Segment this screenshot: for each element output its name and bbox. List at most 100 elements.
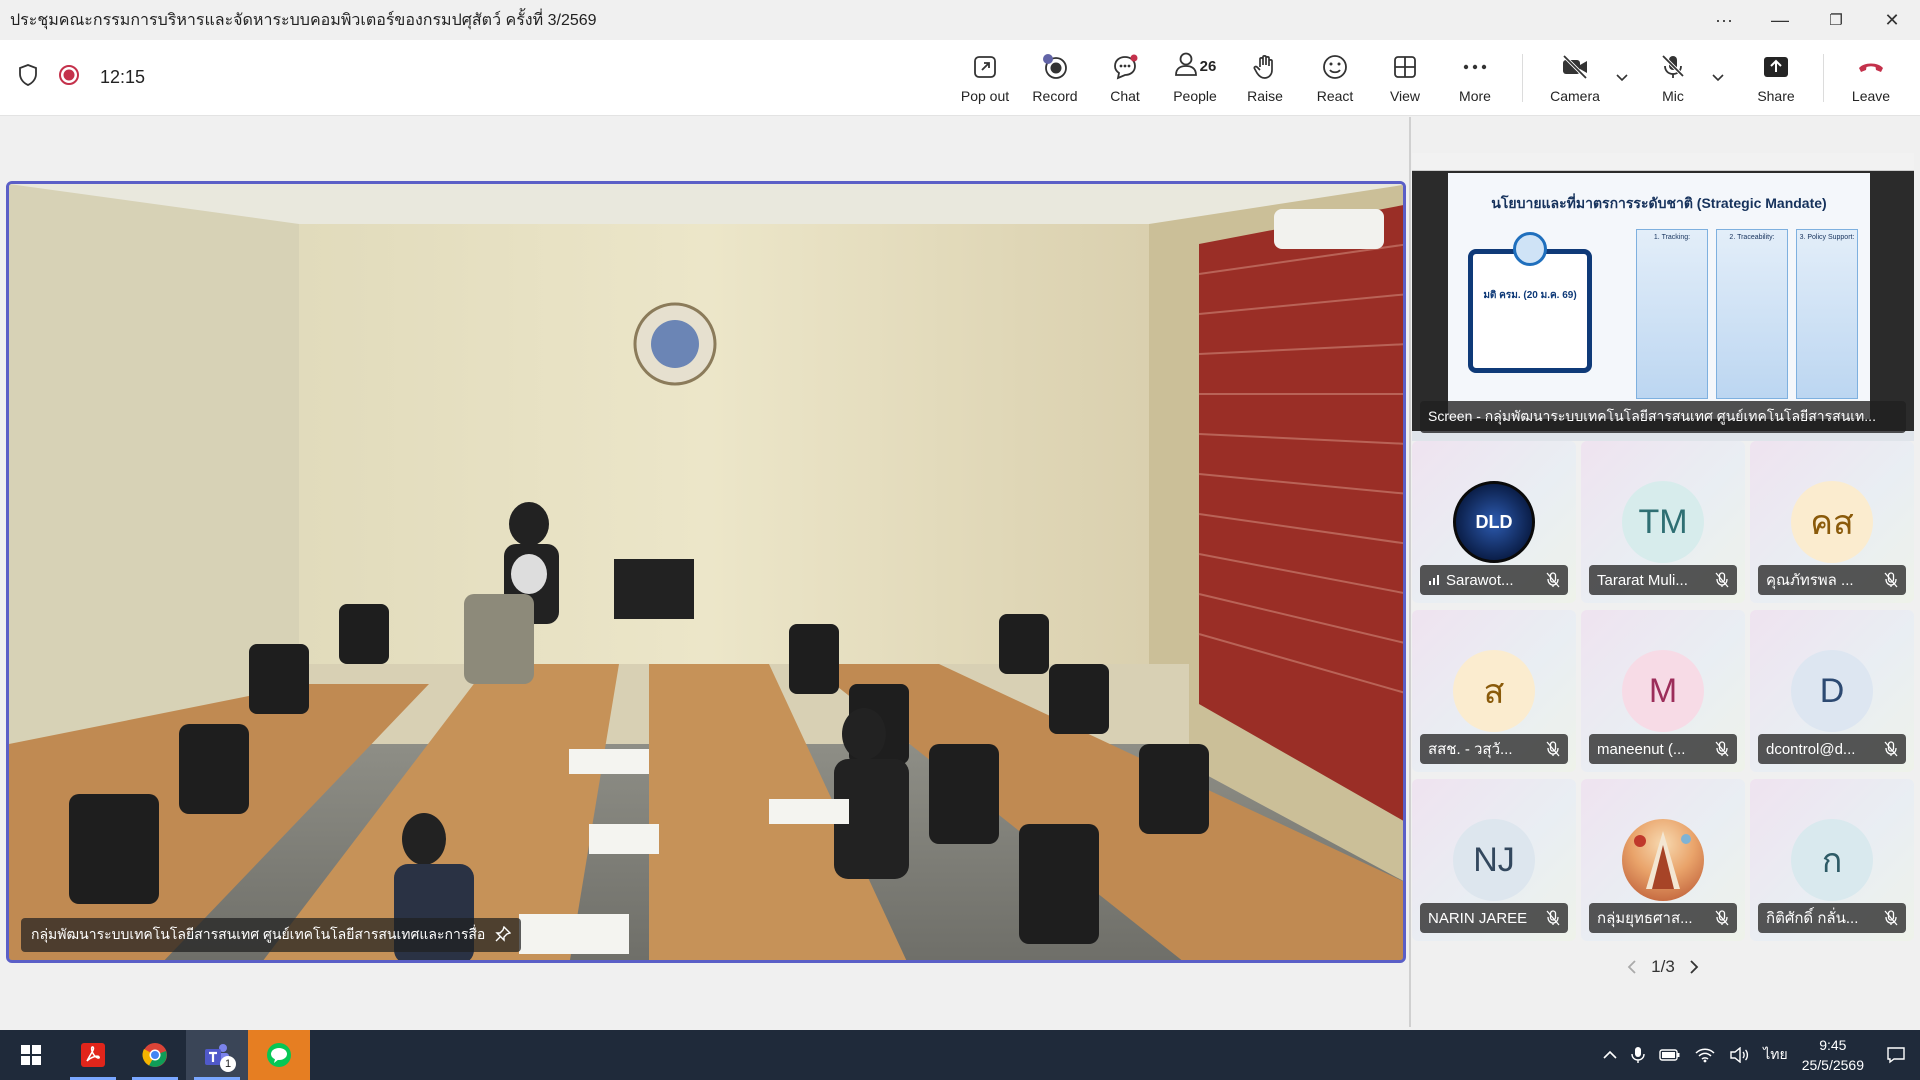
- screen-share-tile[interactable]: นโยบายและที่มาตรการระดับชาติ (Strategic …: [1412, 153, 1914, 441]
- main-video-feed[interactable]: กลุ่มพัฒนาระบบเทคโนโลยีสารสนเทศ ศูนย์เทค…: [6, 181, 1406, 963]
- leave-button[interactable]: Leave: [1836, 40, 1906, 116]
- mic-muted-icon: [1715, 572, 1729, 588]
- participant-tile[interactable]: ส สสช. - วสุวั...: [1412, 610, 1576, 772]
- toolbar-divider: [1522, 53, 1523, 102]
- line-app-icon: [267, 1043, 291, 1067]
- temple-photo-icon: [1634, 831, 1691, 889]
- taskbar-line[interactable]: [248, 1030, 310, 1080]
- react-button[interactable]: React: [1300, 40, 1370, 116]
- more-options-icon[interactable]: ···: [1696, 0, 1752, 40]
- participant-nameplate: สสช. - วสุวั...: [1420, 734, 1568, 764]
- participant-tile[interactable]: คส คุณภัทรพล ...: [1750, 441, 1914, 603]
- slide-pillar-2: 2. Traceability:: [1716, 229, 1788, 399]
- shield-icon[interactable]: [18, 64, 38, 91]
- mic-muted-icon: [1884, 910, 1898, 926]
- slide-pillar-1: 1. Tracking:: [1636, 229, 1708, 399]
- hang-up-icon: [1856, 52, 1886, 82]
- notification-center-icon[interactable]: [1886, 1046, 1906, 1064]
- share-label: Share: [1757, 87, 1795, 104]
- mic-muted-icon: [1715, 741, 1729, 757]
- people-count: 26: [1199, 58, 1217, 75]
- people-button[interactable]: 26 People: [1160, 40, 1230, 116]
- chevron-up-icon[interactable]: [1603, 1050, 1617, 1060]
- raise-hand-button[interactable]: Raise: [1230, 40, 1300, 116]
- avatar-logo-text: DLD: [1475, 511, 1513, 532]
- title-bar: ประชุมคณะกรรมการบริหารและจัดหาระบบคอมพิว…: [0, 0, 1920, 40]
- main-video-name: กลุ่มพัฒนาระบบเทคโนโลยีสารสนเทศ ศูนย์เทค…: [31, 926, 486, 942]
- mic-muted-icon: [1884, 572, 1898, 588]
- mic-muted-icon: [1546, 910, 1560, 926]
- pop-out-icon: [972, 52, 998, 82]
- participant-tile[interactable]: M maneenut (...: [1581, 610, 1745, 772]
- share-button[interactable]: Share: [1741, 40, 1811, 116]
- participant-tile[interactable]: DLD Sarawot...: [1412, 441, 1576, 603]
- camera-button[interactable]: Camera: [1535, 40, 1615, 116]
- participant-tile[interactable]: NJ NARIN JAREE: [1412, 779, 1576, 941]
- participant-name: Tararat Muli...: [1597, 571, 1688, 589]
- participant-name: Sarawot...: [1446, 571, 1514, 589]
- participant-tile[interactable]: กลุ่มยุทธศาส...: [1581, 779, 1745, 941]
- system-tray: ไทย 9:45 25/5/2569: [1603, 1030, 1920, 1080]
- chat-label: Chat: [1110, 87, 1140, 104]
- chat-icon: [1110, 52, 1140, 82]
- pop-out-button[interactable]: Pop out: [950, 40, 1020, 116]
- microphone-icon[interactable]: [1631, 1046, 1645, 1064]
- mic-label: Mic: [1662, 87, 1684, 104]
- avatar-initials: M: [1648, 671, 1678, 710]
- avatar-photo: [1622, 819, 1704, 901]
- smiley-icon: [1321, 52, 1349, 82]
- slide-title: นโยบายและที่มาตรการระดับชาติ (Strategic …: [1491, 195, 1827, 211]
- participant-tile[interactable]: TM Tararat Muli...: [1581, 441, 1745, 603]
- participant-name: maneenut (...: [1597, 740, 1686, 758]
- mic-muted-icon: [1546, 572, 1560, 588]
- windows-logo-icon: [21, 1045, 41, 1065]
- participant-name: คุณภัทรพล ...: [1766, 572, 1854, 589]
- window-title: ประชุมคณะกรรมการบริหารและจัดหาระบบคอมพิว…: [10, 11, 597, 29]
- mic-muted-icon: [1715, 910, 1729, 926]
- camera-label: Camera: [1550, 87, 1600, 104]
- camera-options-chevron-icon[interactable]: [1609, 40, 1635, 116]
- avatar: ส: [1453, 650, 1535, 732]
- taskbar-acrobat[interactable]: [62, 1030, 124, 1080]
- signal-bars-icon: [1428, 574, 1440, 586]
- chevron-right-icon[interactable]: [1689, 959, 1699, 975]
- screen-share-nameplate: Screen - กลุ่มพัฒนาระบบเทคโนโลยีสารสนเทศ…: [1420, 401, 1906, 433]
- avatar: ก: [1791, 819, 1873, 901]
- start-button[interactable]: [0, 1030, 62, 1080]
- wifi-icon[interactable]: [1695, 1047, 1715, 1063]
- pin-icon[interactable]: [495, 925, 512, 945]
- mic-options-chevron-icon[interactable]: [1705, 40, 1731, 116]
- chevron-left-icon[interactable]: [1627, 959, 1637, 975]
- participant-nameplate: maneenut (...: [1589, 734, 1737, 764]
- people-label: People: [1173, 87, 1217, 104]
- recording-indicator-icon: [58, 64, 80, 91]
- pillar-3-label: 3. Policy Support:: [1799, 234, 1855, 241]
- shared-slide: นโยบายและที่มาตรการระดับชาติ (Strategic …: [1448, 173, 1870, 419]
- taskbar-chrome[interactable]: [124, 1030, 186, 1080]
- speaker-icon[interactable]: [1729, 1047, 1749, 1063]
- maximize-button[interactable]: ❐: [1808, 0, 1864, 40]
- taskbar-teams[interactable]: 1: [186, 1030, 248, 1080]
- input-language[interactable]: ไทย: [1763, 1044, 1787, 1066]
- mic-button[interactable]: Mic: [1635, 40, 1711, 116]
- clock-time: 9:45: [1819, 1037, 1847, 1053]
- record-label: Record: [1032, 87, 1078, 104]
- participant-tile[interactable]: D dcontrol@d...: [1750, 610, 1914, 772]
- chat-button[interactable]: Chat: [1090, 40, 1160, 116]
- raise-hand-icon: [1252, 52, 1278, 82]
- participant-nameplate: คุณภัทรพล ...: [1758, 565, 1906, 595]
- meeting-toolbar: 12:15 Pop out Record Chat 26 People Rais…: [0, 40, 1920, 116]
- view-button[interactable]: View: [1370, 40, 1440, 116]
- participant-tile[interactable]: ก กิติศักดิ์ กลั่น...: [1750, 779, 1914, 941]
- pillar-2-label: 2. Traceability:: [1729, 234, 1775, 241]
- avatar-initials: D: [1819, 671, 1845, 710]
- record-button[interactable]: Record: [1020, 40, 1090, 116]
- minimize-button[interactable]: —: [1752, 0, 1808, 40]
- main-video-nameplate: กลุ่มพัฒนาระบบเทคโนโลยีสารสนเทศ ศูนย์เทค…: [21, 918, 522, 952]
- taskbar-clock[interactable]: 9:45 25/5/2569: [1802, 1035, 1864, 1075]
- avatar-initials: ก: [1821, 842, 1843, 880]
- battery-icon[interactable]: [1659, 1048, 1681, 1062]
- more-button[interactable]: More: [1440, 40, 1510, 116]
- close-button[interactable]: ✕: [1864, 0, 1920, 40]
- toolbar-divider-2: [1823, 53, 1824, 102]
